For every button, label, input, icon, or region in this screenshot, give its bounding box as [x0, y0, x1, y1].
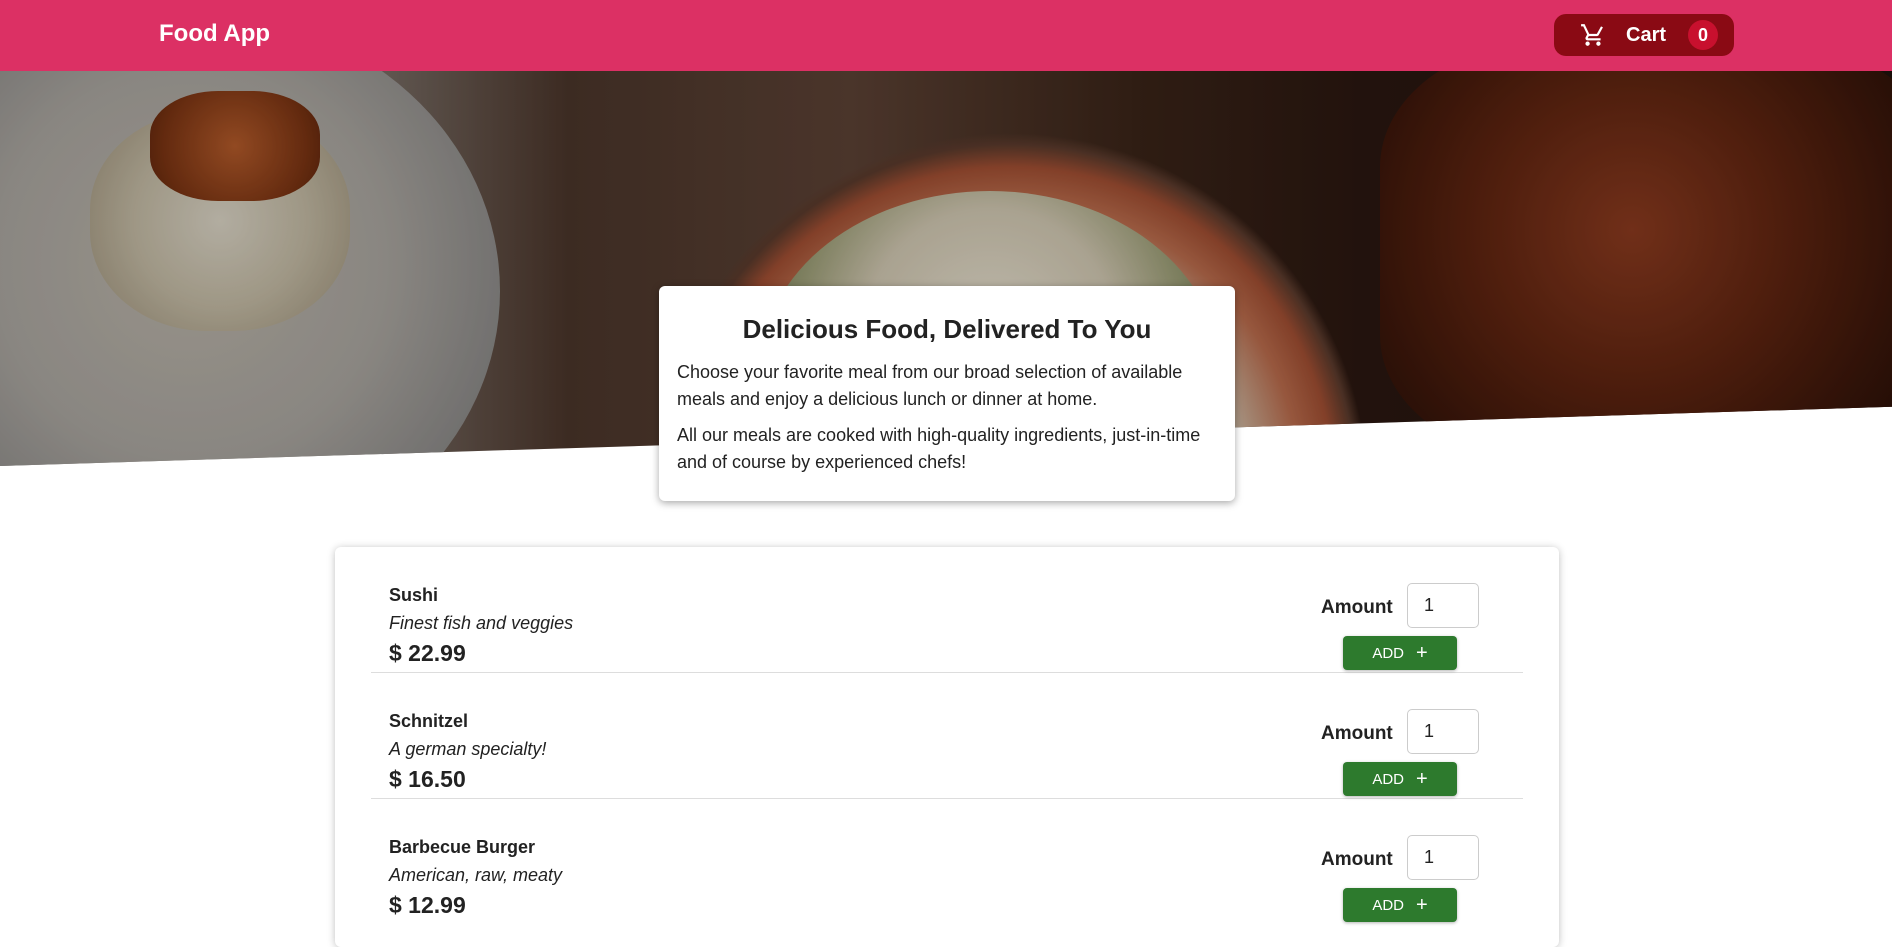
available-meals-list: Sushi Finest fish and veggies $ 22.99 Am… [335, 547, 1559, 947]
cart-count-badge: 0 [1688, 20, 1719, 50]
plus-icon: + [1415, 894, 1428, 916]
amount-label: Amount [1321, 849, 1393, 870]
meal-name: Sushi [389, 585, 439, 605]
meal-price: $ 16.50 [389, 766, 466, 792]
meal-item: Barbecue Burger American, raw, meaty $ 1… [371, 799, 1523, 925]
amount-input[interactable] [1407, 835, 1479, 880]
meal-price: $ 22.99 [389, 640, 466, 666]
meal-item: Sushi Finest fish and veggies $ 22.99 Am… [371, 547, 1523, 673]
meal-name: Schnitzel [389, 711, 469, 731]
plus-icon: + [1415, 642, 1428, 664]
add-to-cart-button[interactable]: ADD + [1343, 762, 1457, 796]
add-to-cart-button[interactable]: ADD + [1343, 888, 1457, 922]
meal-price: $ 12.99 [389, 892, 466, 918]
cart-button[interactable]: Cart 0 [1554, 14, 1734, 56]
cart-icon [1580, 22, 1606, 48]
meal-description: American, raw, meaty [389, 865, 563, 885]
summary-paragraph-2: All our meals are cooked with high-quali… [677, 425, 1201, 472]
meals-summary-card: Delicious Food, Delivered To You Choose … [659, 286, 1235, 501]
summary-paragraph-1: Choose your favorite meal from our broad… [677, 362, 1183, 409]
meal-description: Finest fish and veggies [389, 613, 574, 633]
summary-title: Delicious Food, Delivered To You [742, 314, 1152, 344]
add-to-cart-button[interactable]: ADD + [1343, 636, 1457, 670]
add-button-label: ADD [1372, 896, 1404, 914]
amount-input[interactable] [1407, 583, 1479, 628]
meal-item: Schnitzel A german specialty! $ 16.50 Am… [371, 673, 1523, 799]
app-title: Food App [159, 20, 271, 47]
amount-label: Amount [1321, 597, 1393, 618]
cart-label: Cart [1626, 23, 1667, 46]
amount-label: Amount [1321, 723, 1393, 744]
app-header: Food App Cart 0 [0, 0, 1892, 71]
add-button-label: ADD [1372, 644, 1404, 662]
amount-input[interactable] [1407, 709, 1479, 754]
meal-description: A german specialty! [389, 739, 547, 759]
plus-icon: + [1415, 768, 1428, 790]
add-button-label: ADD [1372, 770, 1404, 788]
meal-name: Barbecue Burger [389, 837, 536, 857]
